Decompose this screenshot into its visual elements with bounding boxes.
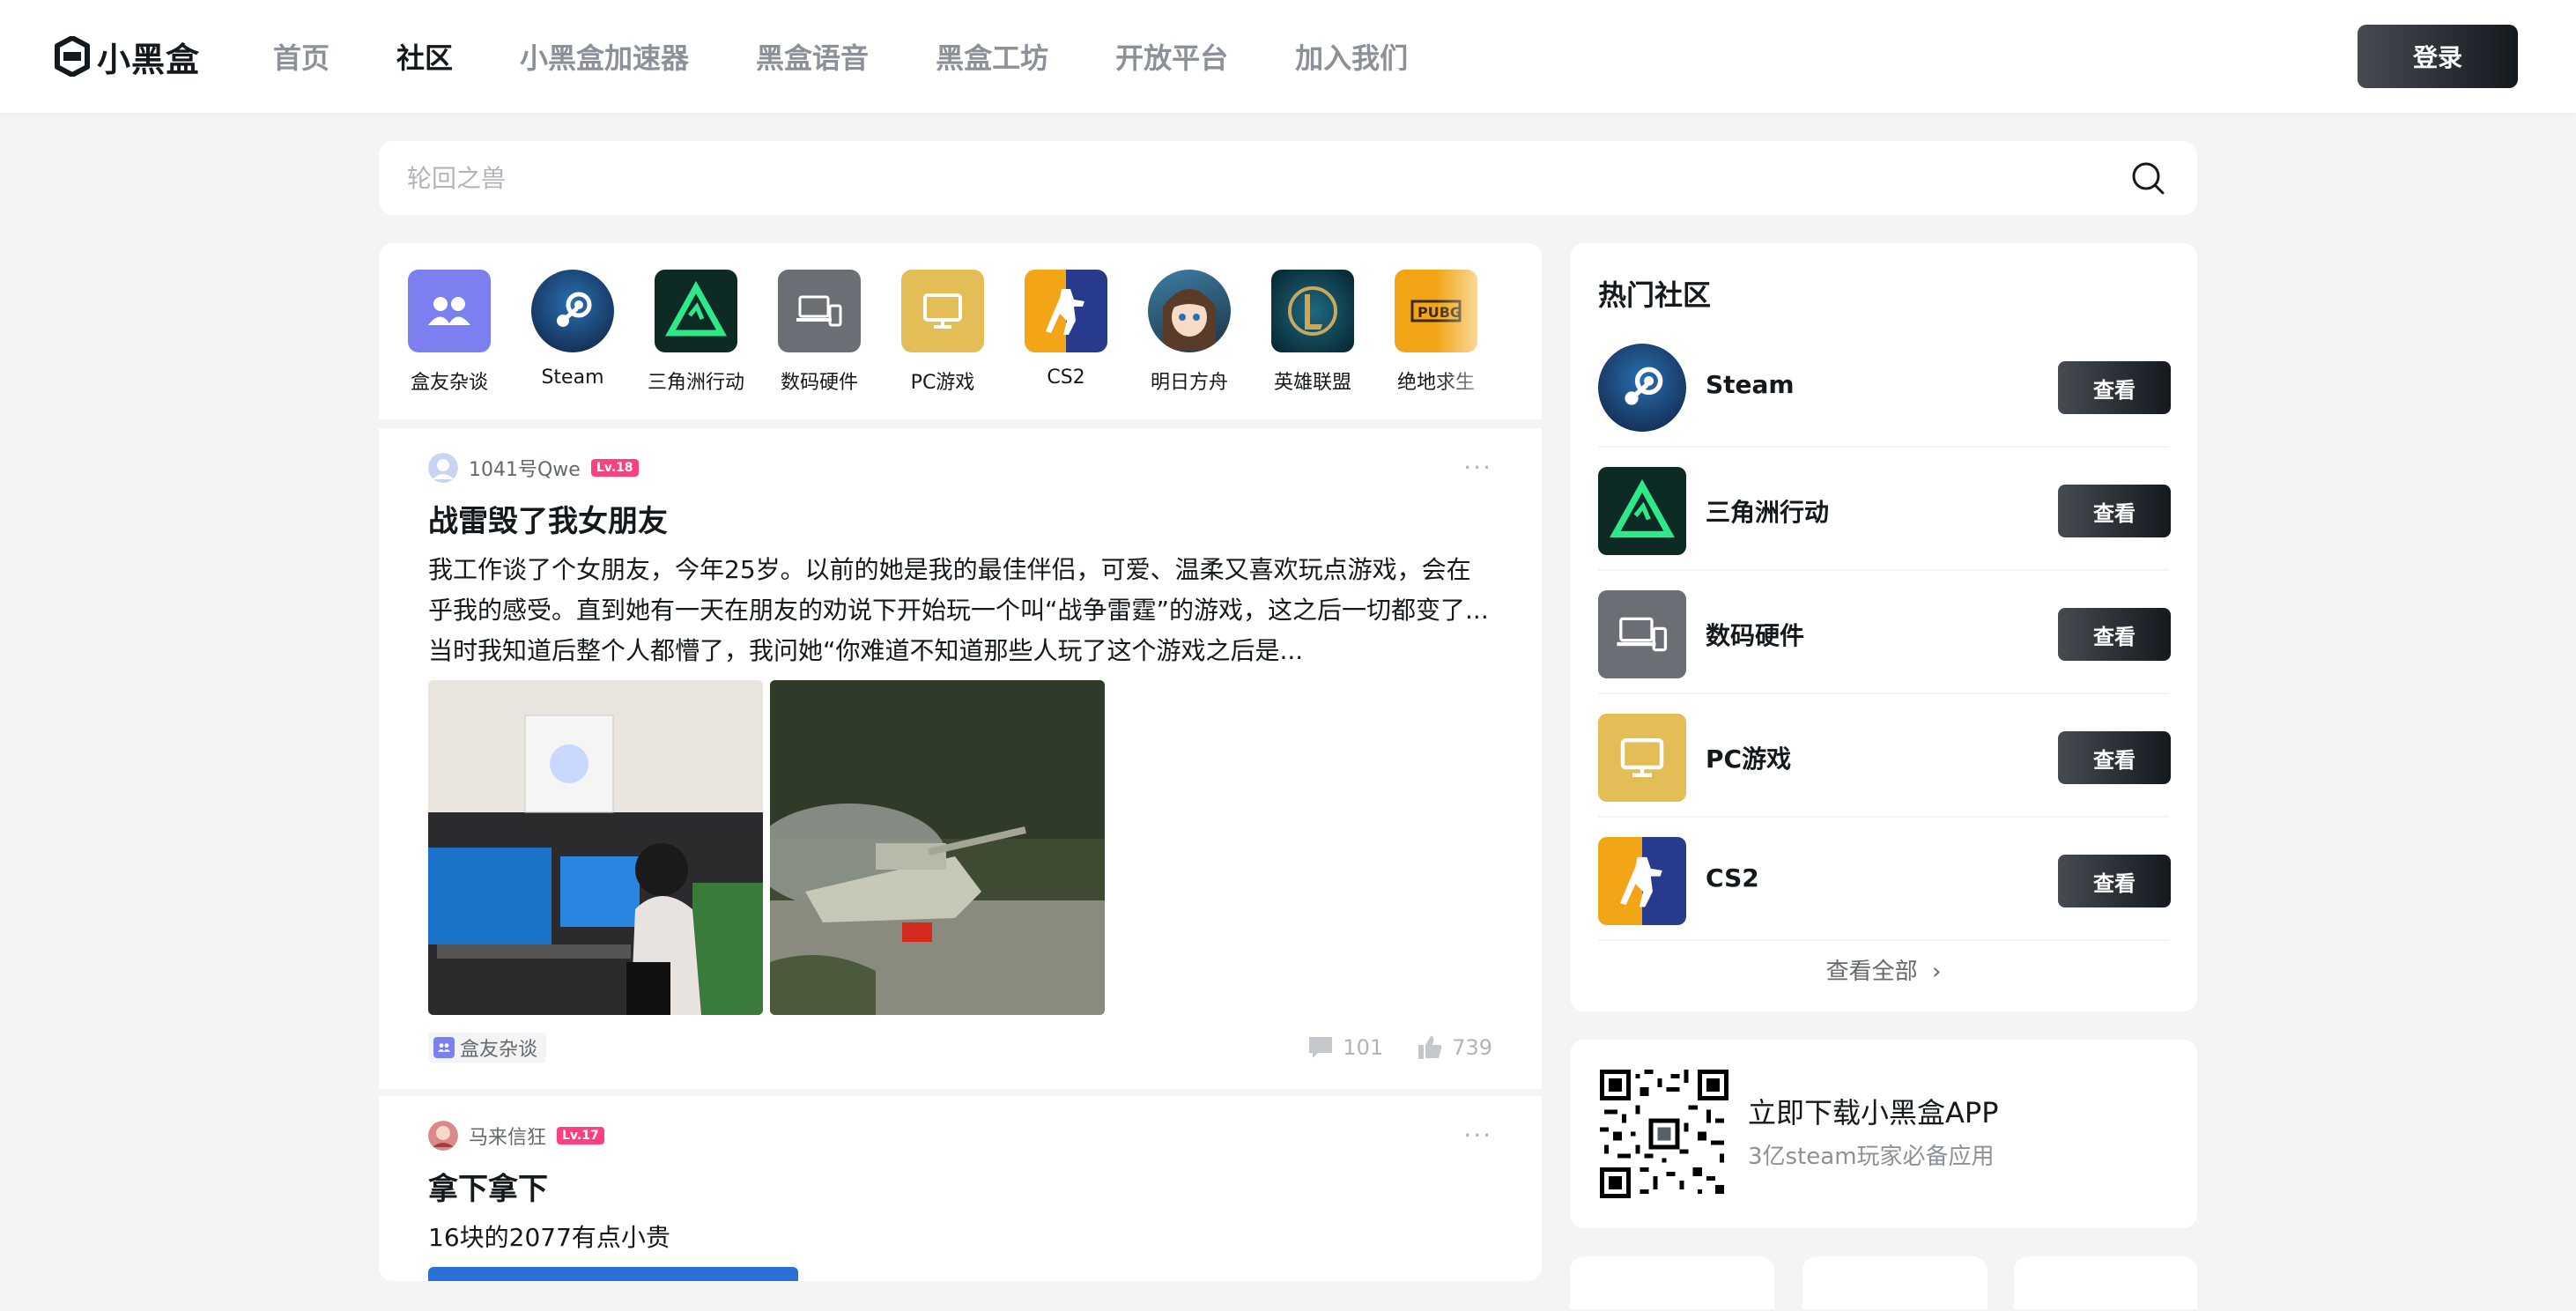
nav-workshop[interactable]: 黑盒工坊 (936, 36, 1048, 77)
nav-home[interactable]: 首页 (273, 36, 329, 77)
post-author[interactable]: 1041号Qwe Lv.18 (428, 453, 639, 483)
hot-community-row[interactable]: 数码硬件 查看 (1598, 571, 2171, 694)
view-button[interactable]: 查看 (2058, 485, 2171, 537)
chat-friends-icon (408, 270, 491, 352)
sidebar-card (2014, 1256, 2197, 1309)
view-button[interactable]: 查看 (2058, 608, 2171, 661)
monitor-icon (901, 270, 984, 352)
hot-community-row[interactable]: PC游戏 查看 (1598, 694, 2171, 818)
cs2-icon (1025, 270, 1107, 352)
devices-icon (778, 270, 861, 352)
avatar (428, 1121, 458, 1151)
lol-icon (1271, 270, 1354, 352)
sidebar-card (1570, 1256, 1774, 1309)
delta-force-icon (655, 270, 737, 352)
arknights-icon (1148, 270, 1231, 352)
category-item[interactable]: PC游戏 (881, 270, 1004, 395)
hot-community-row[interactable]: 三角洲行动 查看 (1598, 448, 2171, 571)
hot-communities-panel: 热门社区 Steam 查看 三角洲行动 查看 数码硬件 查看 PC游戏 查看 C… (1570, 243, 2197, 1011)
level-badge: Lv.17 (557, 1127, 604, 1144)
category-item[interactable]: CS2 (1004, 270, 1128, 389)
view-button[interactable]: 查看 (2058, 855, 2171, 907)
monitor-icon (1598, 714, 1686, 802)
nav-join-us[interactable]: 加入我们 (1295, 36, 1408, 77)
post-body[interactable]: 16块的2077有点小贵 (428, 1218, 670, 1258)
delta-force-icon (1598, 467, 1686, 555)
category-item[interactable]: 英雄联盟 (1251, 270, 1374, 395)
main-nav: 首页 社区 小黑盒加速器 黑盒语音 黑盒工坊 开放平台 加入我们 (273, 35, 1475, 78)
chevron-right-icon: › (1931, 959, 1942, 985)
post-author[interactable]: 马来信狂 Lv.17 (428, 1121, 604, 1151)
nav-voice[interactable]: 黑盒语音 (756, 36, 869, 77)
search-input[interactable] (407, 141, 2081, 215)
post-image[interactable] (770, 680, 1105, 1015)
sidebar-card (1802, 1256, 1988, 1309)
scroll-fade (1436, 243, 1542, 419)
community-tag[interactable]: 盒友杂谈 (428, 1033, 547, 1063)
search-bar (379, 141, 2197, 215)
view-button[interactable]: 查看 (2058, 361, 2171, 414)
post-card[interactable]: 马来信狂 Lv.17 ··· 拿下拿下 16块的2077有点小贵 (379, 1096, 1542, 1281)
comment-count[interactable]: 101 (1307, 1035, 1383, 1060)
comment-icon (1309, 1037, 1333, 1058)
steam-icon (1598, 344, 1686, 432)
steam-icon (531, 270, 614, 352)
hot-community-row[interactable]: Steam 查看 (1598, 324, 2171, 448)
app-download-title[interactable]: 立即下载小黑盒APP (1748, 1091, 1999, 1131)
category-item[interactable]: 数码硬件 (758, 270, 881, 395)
more-options-icon[interactable]: ··· (1463, 453, 1492, 482)
avatar (428, 453, 458, 483)
category-item[interactable]: 盒友杂谈 (388, 270, 511, 395)
like-count[interactable]: 739 (1417, 1034, 1492, 1061)
login-button[interactable]: 登录 (2358, 25, 2518, 88)
top-header: 小黑盒 首页 社区 小黑盒加速器 黑盒语音 黑盒工坊 开放平台 加入我们 登录 (0, 0, 2576, 113)
search-icon[interactable] (2130, 160, 2165, 196)
devices-icon (1598, 590, 1686, 678)
category-item[interactable]: 明日方舟 (1128, 270, 1251, 395)
post-body[interactable]: 我工作谈了个女朋友，今年25岁。以前的她是我的最佳伴侣，可爱、温柔又喜欢玩点游戏… (428, 550, 1494, 671)
app-download-card[interactable]: 立即下载小黑盒APP 3亿steam玩家必备应用 (1570, 1040, 2197, 1228)
author-name: 1041号Qwe (469, 459, 581, 481)
community-name: 数码硬件 (1706, 621, 1805, 650)
post-image[interactable] (428, 680, 763, 1015)
heybox-logo-icon (55, 36, 90, 77)
category-strip: 盒友杂谈 Steam 三角洲行动 数码硬件 PC游戏 CS2 明日方舟 英雄联盟 (379, 243, 1542, 419)
panel-title: 热门社区 (1598, 278, 1712, 312)
chat-friends-icon (433, 1037, 455, 1058)
view-all-link[interactable]: 查看全部 › (1570, 953, 2197, 986)
post-card[interactable]: 1041号Qwe Lv.18 ··· 战雷毁了我女朋友 我工作谈了个女朋友，今年… (379, 428, 1542, 1089)
community-name: Steam (1706, 370, 1795, 399)
post-title[interactable]: 战雷毁了我女朋友 (428, 497, 668, 540)
nav-open-platform[interactable]: 开放平台 (1115, 36, 1228, 77)
category-item[interactable]: Steam (511, 270, 634, 389)
more-options-icon[interactable]: ··· (1463, 1121, 1492, 1150)
nav-community[interactable]: 社区 (396, 36, 453, 77)
community-name: PC游戏 (1706, 744, 1792, 774)
level-badge: Lv.18 (590, 459, 639, 477)
nav-accelerator[interactable]: 小黑盒加速器 (520, 36, 689, 77)
app-download-subtitle: 3亿steam玩家必备应用 (1748, 1144, 1995, 1170)
post-stats: 101 739 (1283, 1034, 1492, 1061)
qr-code[interactable] (1600, 1070, 1728, 1198)
thumbs-up-icon (1418, 1036, 1442, 1059)
logo-text: 小黑盒 (97, 40, 201, 79)
post-title[interactable]: 拿下拿下 (428, 1165, 548, 1208)
author-name: 马来信狂 (469, 1127, 547, 1149)
community-name: CS2 (1706, 863, 1759, 893)
logo[interactable]: 小黑盒 (55, 35, 201, 79)
hot-community-row[interactable]: CS2 查看 (1598, 818, 2171, 941)
community-name: 三角洲行动 (1706, 498, 1830, 527)
category-item[interactable]: 三角洲行动 (634, 270, 758, 395)
cs2-icon (1598, 837, 1686, 925)
post-image[interactable] (428, 1267, 798, 1281)
view-button[interactable]: 查看 (2058, 731, 2171, 784)
